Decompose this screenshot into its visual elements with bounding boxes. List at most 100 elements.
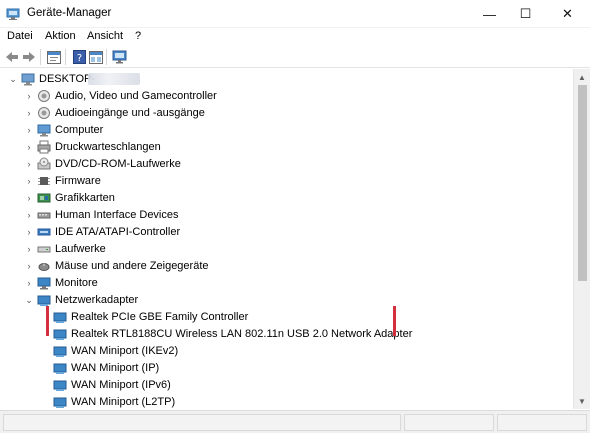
tree-item-label: Firmware <box>55 175 101 187</box>
tree-item-network-adapters[interactable]: ⌄ Netzwerkadapter <box>2 292 573 309</box>
chevron-right-icon[interactable]: › <box>24 226 34 238</box>
display-adapter-icon <box>37 193 51 203</box>
tree-item-label: IDE ATA/ATAPI-Controller <box>55 226 181 238</box>
tree-item-label: Grafikkarten <box>55 192 115 204</box>
chevron-right-icon[interactable]: › <box>24 209 34 221</box>
tree-item-label: Audio, Video und Gamecontroller <box>55 90 217 102</box>
device-tree[interactable]: ⌄ DESKTOP- › Audio, Video und Gamecontro… <box>2 69 573 409</box>
computer-icon <box>37 124 51 137</box>
back-button[interactable] <box>3 49 21 65</box>
minimize-icon: — <box>483 6 496 22</box>
scan-hardware-button[interactable] <box>110 49 128 65</box>
chevron-right-icon[interactable]: › <box>24 260 34 272</box>
chevron-down-icon[interactable]: ⌄ <box>8 73 18 85</box>
tree-item-printers[interactable]: › Druckwarteschlangen <box>2 139 573 156</box>
help-icon: ? <box>72 50 86 64</box>
status-cell <box>404 414 494 431</box>
tree-item-audio-io[interactable]: › Audioeingänge und -ausgänge <box>2 105 573 122</box>
device-manager-icon <box>6 8 20 20</box>
hid-icon <box>37 212 51 219</box>
chevron-down-icon[interactable]: ⌄ <box>24 294 34 306</box>
tree-item-label: Monitore <box>55 277 98 289</box>
scroll-thumb[interactable] <box>578 85 587 281</box>
mouse-icon <box>38 263 50 271</box>
chevron-right-icon[interactable]: › <box>24 175 34 187</box>
tree-item-audio-video[interactable]: › Audio, Video und Gamecontroller <box>2 88 573 105</box>
tree-item-wan-ikev2[interactable]: WAN Miniport (IKEv2) <box>2 343 573 360</box>
menu-bar: Datei Aktion Ansicht ? <box>0 28 590 46</box>
chevron-right-icon[interactable]: › <box>24 192 34 204</box>
ide-controller-icon <box>37 228 51 236</box>
chevron-right-icon[interactable]: › <box>24 124 34 136</box>
tree-item-label: Computer <box>55 124 104 136</box>
maximize-button[interactable]: ☐ <box>503 0 548 28</box>
chevron-right-icon[interactable]: › <box>24 158 34 170</box>
chevron-right-icon[interactable]: › <box>24 90 34 102</box>
menu-help[interactable]: ? <box>135 30 141 42</box>
redacted-computer-name <box>88 73 140 85</box>
show-hidden-button[interactable] <box>87 49 105 65</box>
maximize-icon: ☐ <box>519 6 532 21</box>
chevron-right-icon[interactable]: › <box>24 107 34 119</box>
tree-item-wan-ipv6[interactable]: WAN Miniport (IPv6) <box>2 377 573 394</box>
properties-button[interactable] <box>45 49 63 65</box>
network-adapter-icon <box>53 329 67 340</box>
tree-item-computer[interactable]: › Computer <box>2 122 573 139</box>
help-button[interactable]: ? <box>70 49 88 65</box>
vertical-scrollbar[interactable]: ▲ ▼ <box>573 69 590 409</box>
network-adapter-icon <box>37 295 51 306</box>
network-adapter-icon <box>53 346 67 357</box>
chevron-right-icon[interactable]: › <box>24 243 34 255</box>
tree-item-label: WAN Miniport (L2TP) <box>71 396 176 408</box>
tree-item-label: Realtek PCIe GBE Family Controller <box>71 311 249 323</box>
menu-ansicht[interactable]: Ansicht <box>87 30 123 42</box>
tree-item-label: DVD/CD-ROM-Laufwerke <box>55 158 181 170</box>
tree-item-realtek-wireless[interactable]: Realtek RTL8188CU Wireless LAN 802.11n U… <box>2 326 573 343</box>
tree-item-label: WAN Miniport (IPv6) <box>71 379 171 391</box>
scan-monitor-icon <box>112 50 126 64</box>
tree-item-drives[interactable]: › Laufwerke <box>2 241 573 258</box>
network-adapter-icon <box>53 397 67 408</box>
speaker-icon <box>38 90 50 102</box>
tree-item-label: Druckwarteschlangen <box>55 141 161 153</box>
highlight-marker-left <box>46 306 49 336</box>
toolbar-separator <box>65 49 66 65</box>
drive-icon <box>37 246 51 253</box>
tree-item-ide[interactable]: › IDE ATA/ATAPI-Controller <box>2 224 573 241</box>
tree-item-hid[interactable]: › Human Interface Devices <box>2 207 573 224</box>
status-cell-main <box>3 414 401 431</box>
toolbar-separator <box>106 49 107 65</box>
forward-button[interactable] <box>20 49 38 65</box>
tree-item-label: Laufwerke <box>55 243 106 255</box>
chevron-right-icon[interactable]: › <box>24 141 34 153</box>
close-button[interactable]: ✕ <box>545 0 590 28</box>
window-title: Geräte-Manager <box>27 7 112 19</box>
tree-item-monitors[interactable]: › Monitore <box>2 275 573 292</box>
status-bar <box>0 410 590 433</box>
chevron-right-icon[interactable]: › <box>24 277 34 289</box>
network-adapter-icon <box>53 363 67 374</box>
speaker-icon <box>38 107 50 119</box>
tree-item-wan-ip[interactable]: WAN Miniport (IP) <box>2 360 573 377</box>
scroll-down-icon[interactable]: ▼ <box>574 393 590 409</box>
tree-item-label: Realtek RTL8188CU Wireless LAN 802.11n U… <box>71 328 413 340</box>
tree-item-label: Netzwerkadapter <box>55 294 139 306</box>
tree-item-mice[interactable]: › Mäuse und andere Zeigegeräte <box>2 258 573 275</box>
network-adapter-icon <box>53 312 67 323</box>
computer-icon <box>21 73 35 86</box>
menu-aktion[interactable]: Aktion <box>45 30 76 42</box>
back-arrow-icon <box>6 52 18 62</box>
svg-text:?: ? <box>76 53 81 64</box>
disc-icon <box>37 157 51 170</box>
tree-item-dvd[interactable]: › DVD/CD-ROM-Laufwerke <box>2 156 573 173</box>
tree-item-graphics[interactable]: › Grafikkarten <box>2 190 573 207</box>
toolbar: ? <box>0 46 590 68</box>
scroll-up-icon[interactable]: ▲ <box>574 69 590 85</box>
computer-name-label: DESKTOP- <box>39 73 96 85</box>
tree-item-realtek-pcie[interactable]: Realtek PCIe GBE Family Controller <box>2 309 573 326</box>
menu-datei[interactable]: Datei <box>7 30 33 42</box>
tree-item-label: Mäuse und andere Zeigegeräte <box>55 260 209 272</box>
tree-item-wan-l2tp[interactable]: WAN Miniport (L2TP) <box>2 394 573 409</box>
close-icon: ✕ <box>562 6 573 21</box>
tree-item-firmware[interactable]: › Firmware <box>2 173 573 190</box>
